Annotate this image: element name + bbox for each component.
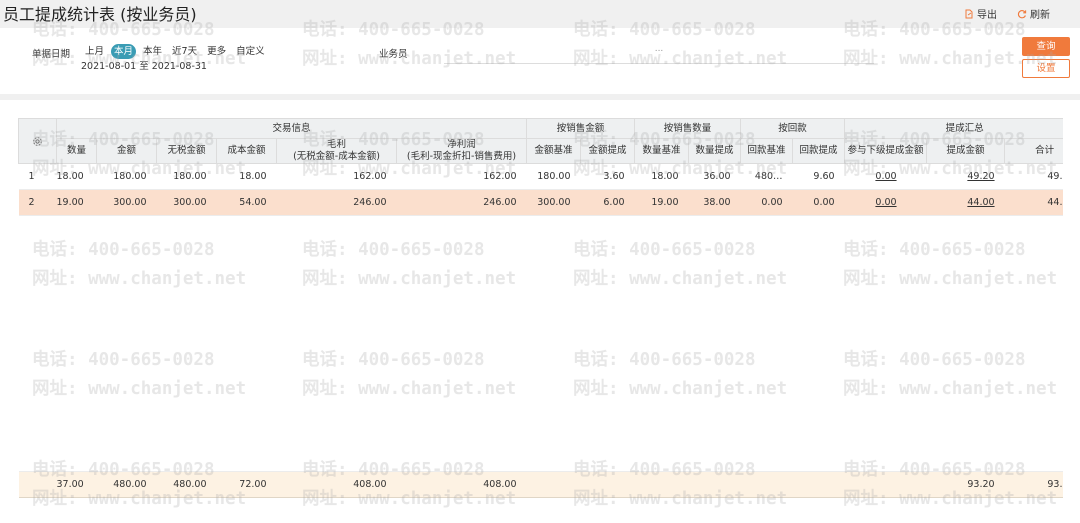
refresh-button[interactable]: 刷新 (1017, 6, 1050, 21)
commission-report-table: 交易信息 按销售金额 按销售数量 按回款 提成汇总 数量 金额 无税金额 成本金… (18, 118, 1063, 498)
gear-icon[interactable] (20, 136, 56, 147)
group-header-payment: 按回款 (740, 118, 846, 139)
cell-payment-base: 480… (740, 163, 793, 190)
cell-quantity: 19.00 (56, 189, 97, 216)
period-tab-custom[interactable]: 自定义 (233, 44, 268, 59)
row-index: 1 (18, 163, 57, 190)
gross-profit-title: 毛利 (326, 139, 346, 151)
period-tab-this-month[interactable]: 本月 (111, 44, 137, 59)
column-header-total[interactable]: 合计 (1004, 138, 1063, 164)
total-quantity: 37.00 (56, 471, 97, 498)
salesman-label: 业务员 (379, 49, 408, 60)
cell-qty-commission: 38.00 (688, 189, 741, 216)
group-header-commission-summary: 提成汇总 (844, 118, 1063, 139)
cell-amount-commission: 6.00 (580, 189, 635, 216)
cell-subordinate-commission-link[interactable]: 0.00 (844, 189, 927, 216)
period-tabs: 上月 本月 本年 近7天 更多 自定义 (82, 44, 268, 59)
period-tab-last-month[interactable]: 上月 (82, 44, 107, 59)
refresh-icon (1017, 9, 1027, 19)
cell-qty-base: 18.00 (634, 163, 689, 190)
cell-amount-base: 180.00 (526, 163, 581, 190)
cell-payment-commission: 0.00 (792, 189, 845, 216)
cell-amount-ex-tax: 300.00 (156, 189, 217, 216)
top-actions: 导出 刷新 (964, 6, 1050, 21)
cell-cost-amount: 54.00 (216, 189, 277, 216)
cell-cost-amount: 18.00 (216, 163, 277, 190)
export-icon (964, 9, 974, 19)
cell-subordinate-commission-link[interactable]: 0.00 (844, 163, 927, 190)
filter-panel: 单据日期 上月 本月 本年 近7天 更多 自定义 2021-08-01 至 20… (0, 28, 1080, 94)
group-header-sales-amount: 按销售金额 (526, 118, 636, 139)
cell-amount-commission: 3.60 (580, 163, 635, 190)
total-gross-profit: 408.00 (276, 471, 397, 498)
total-commission-amount: 93.20 (926, 471, 1005, 498)
group-header-sales-qty: 按销售数量 (634, 118, 742, 139)
cell-total: 44.00 (1004, 189, 1063, 216)
column-header-net-profit[interactable]: 净利润 (毛利-现金折扣-销售费用) (395, 138, 528, 164)
cell-net-profit: 246.00 (396, 189, 527, 216)
cell-commission-amount-link[interactable]: 49.20 (926, 163, 1005, 190)
cell-payment-base: 0.00 (740, 189, 793, 216)
column-header-cost-amount[interactable]: 成本金额 (216, 138, 277, 164)
row-index: 2 (18, 189, 57, 216)
total-amount: 480.00 (96, 471, 157, 498)
net-profit-formula: (毛利-现金折扣-销售费用) (406, 151, 517, 162)
period-tab-last-7-days[interactable]: 近7天 (169, 44, 200, 59)
column-header-amount-commission[interactable]: 金额提成 (580, 138, 636, 164)
export-label: 导出 (977, 10, 997, 21)
cell-net-profit: 162.00 (396, 163, 527, 190)
total-row-index (18, 471, 57, 498)
table-row[interactable]: 2 19.00 300.00 300.00 54.00 246.00 246.0… (18, 189, 1063, 216)
column-header-gross-profit[interactable]: 毛利 (无税金额-成本金额) (276, 138, 397, 164)
date-range: 2021-08-01 至 2021-08-31 (81, 61, 207, 72)
cell-amount-ex-tax: 180.00 (156, 163, 217, 190)
total-sum: 93.20 (1004, 471, 1063, 498)
column-header-qty-commission[interactable]: 数量提成 (688, 138, 742, 164)
total-amount-ex-tax: 480.00 (156, 471, 217, 498)
report-panel: 交易信息 按销售金额 按销售数量 按回款 提成汇总 数量 金额 无税金额 成本金… (0, 100, 1080, 523)
column-header-quantity[interactable]: 数量 (56, 138, 97, 164)
cell-total: 49.20 (1004, 163, 1063, 190)
document-date-label: 单据日期 (32, 49, 71, 60)
column-settings-cell[interactable] (18, 118, 57, 164)
column-header-subordinate-commission[interactable]: 参与下级提成金额 (844, 138, 928, 164)
refresh-label: 刷新 (1030, 10, 1050, 21)
cell-qty-base: 19.00 (634, 189, 689, 216)
settings-button[interactable]: 设置 (1022, 59, 1070, 78)
cell-amount: 300.00 (96, 189, 157, 216)
cell-commission-amount-link[interactable]: 44.00 (926, 189, 1005, 216)
total-cost-amount: 72.00 (216, 471, 277, 498)
cell-payment-commission: 9.60 (792, 163, 845, 190)
salesman-field[interactable]: ... (444, 42, 874, 64)
column-header-amount-ex-tax[interactable]: 无税金额 (156, 138, 217, 164)
empty-table-area (18, 215, 1063, 472)
period-tab-more[interactable]: 更多 (204, 44, 229, 59)
cell-amount-base: 300.00 (526, 189, 581, 216)
column-header-payment-base[interactable]: 回款基准 (740, 138, 794, 164)
title-bar: 员工提成统计表 (按业务员) 导出 刷新 (0, 0, 1080, 28)
column-header-payment-commission[interactable]: 回款提成 (792, 138, 846, 164)
table-row[interactable]: 1 18.00 180.00 180.00 18.00 162.00 162.0… (18, 163, 1063, 190)
total-net-profit: 408.00 (396, 471, 527, 498)
cell-gross-profit: 162.00 (276, 163, 397, 190)
column-header-commission-amount[interactable]: 提成金额 (926, 138, 1006, 164)
cell-qty-commission: 36.00 (688, 163, 741, 190)
gross-profit-formula: (无税金额-成本金额) (293, 151, 380, 162)
group-header-trade-info: 交易信息 (55, 118, 528, 139)
cell-amount: 180.00 (96, 163, 157, 190)
export-button[interactable]: 导出 (964, 6, 997, 21)
cell-gross-profit: 246.00 (276, 189, 397, 216)
column-header-qty-base[interactable]: 数量基准 (634, 138, 690, 164)
total-row: 37.00 480.00 480.00 72.00 408.00 408.00 … (18, 471, 1063, 498)
column-header-amount[interactable]: 金额 (96, 138, 157, 164)
column-header-amount-base[interactable]: 金额基准 (526, 138, 582, 164)
net-profit-title: 净利润 (447, 139, 476, 151)
report-table-wrapper: 交易信息 按销售金额 按销售数量 按回款 提成汇总 数量 金额 无税金额 成本金… (18, 118, 1063, 518)
query-button[interactable]: 查询 (1022, 37, 1070, 56)
page-title: 员工提成统计表 (按业务员) (3, 5, 197, 24)
cell-quantity: 18.00 (56, 163, 97, 190)
period-tab-this-year[interactable]: 本年 (140, 44, 165, 59)
